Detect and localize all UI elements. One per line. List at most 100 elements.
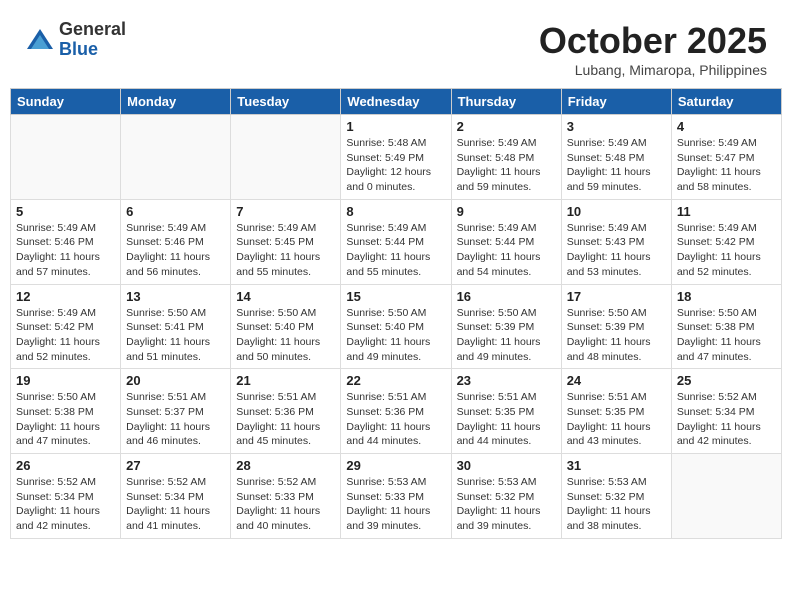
day-number: 26 [16,458,115,473]
day-number: 29 [346,458,445,473]
day-cell-28: 28 Sunrise: 5:52 AMSunset: 5:33 PMDayligh… [231,454,341,539]
weekday-header-thursday: Thursday [451,89,561,115]
day-number: 6 [126,204,225,219]
day-info: Sunrise: 5:49 AMSunset: 5:48 PMDaylight:… [567,136,666,195]
day-cell-15: 15 Sunrise: 5:50 AMSunset: 5:40 PMDayligh… [341,284,451,369]
day-number: 7 [236,204,335,219]
page-header: General Blue October 2025 Lubang, Mimaro… [10,10,782,83]
day-info: Sunrise: 5:49 AMSunset: 5:45 PMDaylight:… [236,221,335,280]
empty-cell [121,115,231,200]
empty-cell [11,115,121,200]
calendar-subtitle: Lubang, Mimaropa, Philippines [539,62,767,78]
day-cell-31: 31 Sunrise: 5:53 AMSunset: 5:32 PMDayligh… [561,454,671,539]
logo: General Blue [25,20,126,60]
day-info: Sunrise: 5:51 AMSunset: 5:37 PMDaylight:… [126,390,225,449]
day-number: 22 [346,373,445,388]
day-number: 18 [677,289,776,304]
day-number: 28 [236,458,335,473]
day-number: 3 [567,119,666,134]
day-number: 1 [346,119,445,134]
day-cell-25: 25 Sunrise: 5:52 AMSunset: 5:34 PMDayligh… [671,369,781,454]
day-cell-12: 12Sunrise: 5:49 AMSunset: 5:42 PMDayligh… [11,284,121,369]
day-number: 4 [677,119,776,134]
day-info: Sunrise: 5:52 AMSunset: 5:33 PMDaylight:… [236,475,335,534]
day-info: Sunrise: 5:52 AMSunset: 5:34 PMDaylight:… [126,475,225,534]
day-cell-1: 1 Sunrise: 5:48 AMSunset: 5:49 PMDaylight… [341,115,451,200]
day-cell-4: 4 Sunrise: 5:49 AMSunset: 5:47 PMDaylight… [671,115,781,200]
day-cell-6: 6Sunrise: 5:49 AMSunset: 5:46 PMDaylight… [121,199,231,284]
day-info: Sunrise: 5:49 AMSunset: 5:42 PMDaylight:… [677,221,776,280]
day-info: Sunrise: 5:49 AMSunset: 5:47 PMDaylight:… [677,136,776,195]
day-number: 31 [567,458,666,473]
day-cell-27: 27 Sunrise: 5:52 AMSunset: 5:34 PMDayligh… [121,454,231,539]
weekday-header-row: SundayMondayTuesdayWednesdayThursdayFrid… [11,89,782,115]
day-cell-14: 14 Sunrise: 5:50 AMSunset: 5:40 PMDayligh… [231,284,341,369]
day-info: Sunrise: 5:52 AMSunset: 5:34 PMDaylight:… [677,390,776,449]
day-info: Sunrise: 5:51 AMSunset: 5:35 PMDaylight:… [567,390,666,449]
day-info: Sunrise: 5:53 AMSunset: 5:32 PMDaylight:… [567,475,666,534]
day-info: Sunrise: 5:50 AMSunset: 5:40 PMDaylight:… [236,306,335,365]
day-info: Sunrise: 5:53 AMSunset: 5:32 PMDaylight:… [457,475,556,534]
day-cell-17: 17Sunrise: 5:50 AMSunset: 5:39 PMDayligh… [561,284,671,369]
day-info: Sunrise: 5:51 AMSunset: 5:36 PMDaylight:… [346,390,445,449]
day-number: 23 [457,373,556,388]
day-number: 24 [567,373,666,388]
weekday-header-wednesday: Wednesday [341,89,451,115]
day-cell-3: 3 Sunrise: 5:49 AMSunset: 5:48 PMDaylight… [561,115,671,200]
day-info: Sunrise: 5:49 AMSunset: 5:44 PMDaylight:… [457,221,556,280]
empty-cell [671,454,781,539]
day-cell-26: 26 Sunrise: 5:52 AMSunset: 5:34 PMDayligh… [11,454,121,539]
day-info: Sunrise: 5:53 AMSunset: 5:33 PMDaylight:… [346,475,445,534]
day-info: Sunrise: 5:49 AMSunset: 5:42 PMDaylight:… [16,306,115,365]
weekday-header-saturday: Saturday [671,89,781,115]
day-info: Sunrise: 5:52 AMSunset: 5:34 PMDaylight:… [16,475,115,534]
logo-blue-text: Blue [59,40,126,60]
day-cell-21: 21 Sunrise: 5:51 AMSunset: 5:36 PMDayligh… [231,369,341,454]
week-row-5: 26 Sunrise: 5:52 AMSunset: 5:34 PMDayligh… [11,454,782,539]
day-number: 21 [236,373,335,388]
week-row-1: 1 Sunrise: 5:48 AMSunset: 5:49 PMDaylight… [11,115,782,200]
day-cell-8: 8 Sunrise: 5:49 AMSunset: 5:44 PMDaylight… [341,199,451,284]
day-number: 13 [126,289,225,304]
day-info: Sunrise: 5:49 AMSunset: 5:46 PMDaylight:… [16,221,115,280]
day-number: 16 [457,289,556,304]
day-number: 2 [457,119,556,134]
day-info: Sunrise: 5:51 AMSunset: 5:36 PMDaylight:… [236,390,335,449]
day-info: Sunrise: 5:50 AMSunset: 5:40 PMDaylight:… [346,306,445,365]
day-cell-7: 7 Sunrise: 5:49 AMSunset: 5:45 PMDaylight… [231,199,341,284]
day-info: Sunrise: 5:48 AMSunset: 5:49 PMDaylight:… [346,136,445,195]
day-cell-24: 24 Sunrise: 5:51 AMSunset: 5:35 PMDayligh… [561,369,671,454]
day-number: 11 [677,204,776,219]
weekday-header-sunday: Sunday [11,89,121,115]
weekday-header-monday: Monday [121,89,231,115]
week-row-3: 12Sunrise: 5:49 AMSunset: 5:42 PMDayligh… [11,284,782,369]
day-info: Sunrise: 5:50 AMSunset: 5:41 PMDaylight:… [126,306,225,365]
weekday-header-friday: Friday [561,89,671,115]
calendar-table: SundayMondayTuesdayWednesdayThursdayFrid… [10,88,782,539]
day-info: Sunrise: 5:50 AMSunset: 5:38 PMDaylight:… [677,306,776,365]
calendar-title: October 2025 [539,20,767,62]
day-number: 5 [16,204,115,219]
day-cell-23: 23Sunrise: 5:51 AMSunset: 5:35 PMDayligh… [451,369,561,454]
day-number: 8 [346,204,445,219]
day-cell-29: 29 Sunrise: 5:53 AMSunset: 5:33 PMDayligh… [341,454,451,539]
day-cell-5: 5 Sunrise: 5:49 AMSunset: 5:46 PMDaylight… [11,199,121,284]
day-number: 25 [677,373,776,388]
day-cell-16: 16Sunrise: 5:50 AMSunset: 5:39 PMDayligh… [451,284,561,369]
day-cell-19: 19Sunrise: 5:50 AMSunset: 5:38 PMDayligh… [11,369,121,454]
day-cell-2: 2Sunrise: 5:49 AMSunset: 5:48 PMDaylight… [451,115,561,200]
day-info: Sunrise: 5:49 AMSunset: 5:44 PMDaylight:… [346,221,445,280]
day-number: 14 [236,289,335,304]
day-number: 30 [457,458,556,473]
day-cell-10: 10 Sunrise: 5:49 AMSunset: 5:43 PMDayligh… [561,199,671,284]
day-cell-11: 11 Sunrise: 5:49 AMSunset: 5:42 PMDayligh… [671,199,781,284]
day-number: 27 [126,458,225,473]
day-cell-30: 30 Sunrise: 5:53 AMSunset: 5:32 PMDayligh… [451,454,561,539]
day-info: Sunrise: 5:49 AMSunset: 5:43 PMDaylight:… [567,221,666,280]
day-number: 10 [567,204,666,219]
day-cell-9: 9 Sunrise: 5:49 AMSunset: 5:44 PMDaylight… [451,199,561,284]
day-number: 9 [457,204,556,219]
day-cell-22: 22 Sunrise: 5:51 AMSunset: 5:36 PMDayligh… [341,369,451,454]
logo-general-text: General [59,20,126,40]
day-number: 15 [346,289,445,304]
